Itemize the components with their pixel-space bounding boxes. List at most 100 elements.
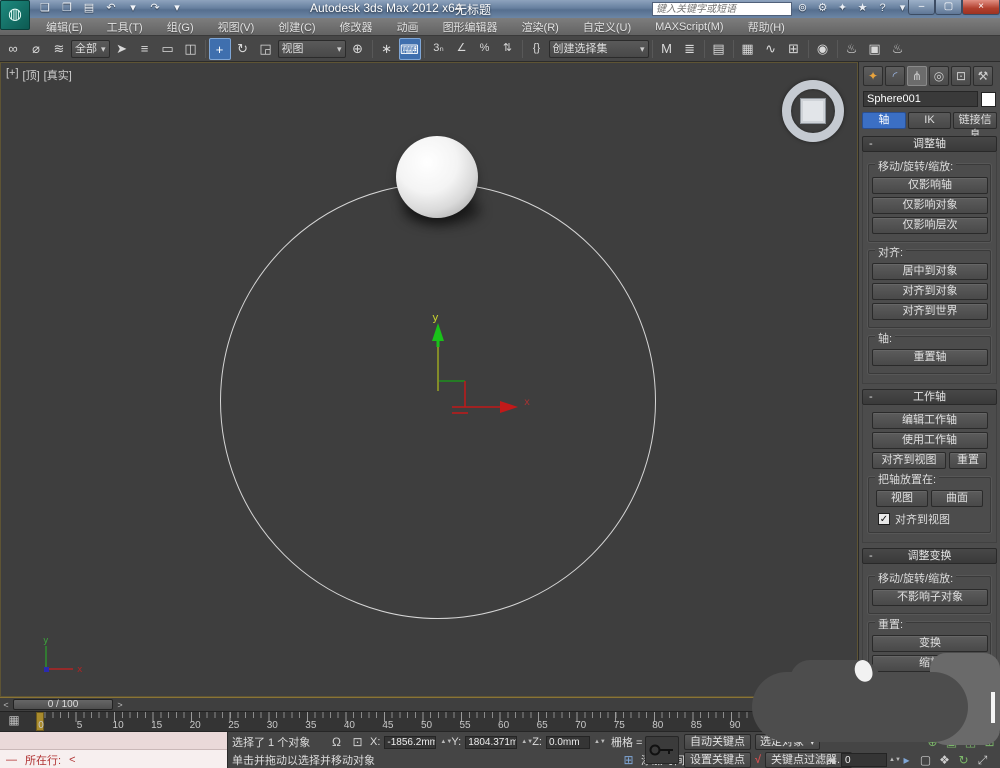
set-keys-button[interactable]	[645, 736, 679, 764]
reset-pivot-button[interactable]: 重置轴	[872, 349, 988, 366]
align-icon[interactable]: ≣	[679, 38, 701, 60]
subscription-icon[interactable]: ⚙	[815, 1, 830, 16]
viewport-menu-general[interactable]: [+]	[6, 67, 19, 83]
trackbar-next-icon[interactable]: >	[114, 700, 126, 710]
use-working-pivot-button[interactable]: 使用工作轴	[872, 432, 988, 449]
select-object-icon[interactable]: ➤	[111, 38, 133, 60]
render-production-icon[interactable]: ♨	[887, 38, 909, 60]
tab-create-icon[interactable]: ✦	[863, 66, 883, 86]
menu-item-6[interactable]: 动画	[385, 19, 431, 35]
align-to-world-button[interactable]: 对齐到世界	[872, 303, 988, 320]
object-name-field[interactable]: Sphere001	[863, 91, 978, 107]
minimize-button[interactable]: –	[908, 0, 935, 15]
listener-input-row[interactable]	[0, 732, 227, 750]
viewport-top[interactable]: [+] [顶] [真实] y x y	[0, 62, 858, 697]
select-and-rotate-icon[interactable]: ↻	[232, 38, 254, 60]
current-frame-field[interactable]: 0	[841, 753, 887, 767]
infocenter-search-input[interactable]	[652, 2, 792, 16]
edit-named-selection-sets-icon[interactable]: {}	[526, 38, 548, 60]
rectangular-selection-icon[interactable]: ▭	[157, 38, 179, 60]
set-key-button[interactable]: 设置关键点	[684, 752, 751, 768]
spinner-snap-icon[interactable]: ⇅	[497, 38, 519, 60]
curve-editor-icon[interactable]: ∿	[760, 38, 782, 60]
angle-snap-icon[interactable]: ∠	[451, 38, 473, 60]
menu-item-2[interactable]: 组(G)	[155, 19, 206, 35]
bind-to-spacewarp-icon[interactable]: ≋	[48, 38, 70, 60]
y-coordinate-field[interactable]: 1804.371mm	[465, 736, 517, 749]
redo-icon[interactable]: ↷	[146, 1, 164, 16]
menu-item-7[interactable]: 图形编辑器	[431, 19, 510, 35]
transform-gizmo[interactable]: y x	[420, 307, 540, 427]
redo-dropdown-icon[interactable]: ▾	[168, 1, 186, 16]
select-and-manipulate-icon[interactable]: ∗	[376, 38, 398, 60]
subtab-pivot[interactable]: 轴	[862, 112, 906, 129]
communication-center-icon[interactable]: ✦	[835, 1, 850, 16]
menu-item-0[interactable]: 编辑(E)	[34, 19, 95, 35]
dont-affect-children-button[interactable]: 不影响子对象	[872, 589, 988, 606]
menu-item-1[interactable]: 工具(T)	[95, 19, 155, 35]
undo-icon[interactable]: ↶	[102, 1, 120, 16]
viewport-menu-view[interactable]: [顶]	[23, 67, 40, 83]
listener-arrow[interactable]: <	[69, 754, 75, 766]
orbit-icon[interactable]: ↻	[955, 752, 972, 768]
schematic-view-icon[interactable]: ⊞	[783, 38, 805, 60]
use-pivot-center-icon[interactable]: ⊕	[347, 38, 369, 60]
trackbar-prev-icon[interactable]: <	[0, 700, 12, 710]
align-to-view-button[interactable]: 对齐到视图	[872, 452, 946, 469]
menu-item-3[interactable]: 视图(V)	[206, 19, 267, 35]
render-setup-icon[interactable]: ♨	[841, 38, 863, 60]
region-zoom-icon[interactable]: ▢	[917, 752, 934, 768]
rollout-adjust-transform-header[interactable]: - 调整变换	[862, 548, 997, 564]
select-and-link-icon[interactable]: ∞	[2, 38, 24, 60]
viewcube-face[interactable]	[800, 98, 826, 124]
y-spinner[interactable]: ▲▼	[521, 739, 528, 745]
close-button[interactable]: ×	[962, 0, 1000, 15]
select-by-name-icon[interactable]: ≡	[134, 38, 156, 60]
reference-coordinate-dropdown[interactable]: 视图 ▾	[278, 40, 346, 58]
align-to-object-button[interactable]: 对齐到对象	[872, 283, 988, 300]
timeline-menu-icon[interactable]: ▦	[3, 711, 25, 730]
subtab-ik[interactable]: IK	[908, 112, 952, 129]
previous-frame-icon[interactable]: |◀	[822, 752, 839, 768]
menu-item-5[interactable]: 修改器	[328, 19, 385, 35]
undo-dropdown-icon[interactable]: ▾	[124, 1, 142, 16]
layer-manager-icon[interactable]: ▤	[708, 38, 730, 60]
pan-hand-icon[interactable]: ❖	[936, 752, 953, 768]
percent-snap-icon[interactable]: %	[474, 38, 496, 60]
material-editor-icon[interactable]: ◉	[812, 38, 834, 60]
maxscript-mini-listener[interactable]: — 所在行: <	[0, 732, 228, 768]
key-filter-check-icon[interactable]: √	[755, 754, 761, 766]
save-file-icon[interactable]: ▤	[80, 1, 98, 16]
time-slider[interactable]: 0 / 100	[13, 699, 113, 710]
absolute-offset-icon[interactable]: ⊡	[349, 734, 366, 750]
object-color-swatch[interactable]	[981, 92, 996, 107]
tab-display-icon[interactable]: ⊡	[951, 66, 971, 86]
x-spinner[interactable]: ▲▼	[440, 739, 447, 745]
new-file-icon[interactable]: ❏	[36, 1, 54, 16]
key-mode-toggle-icon[interactable]: ▸	[898, 752, 915, 768]
tab-utilities-icon[interactable]: ⚒	[973, 66, 993, 86]
place-pivot-surface-button[interactable]: 曲面	[931, 490, 983, 507]
z-spinner[interactable]: ▲▼	[594, 739, 601, 745]
rendered-frame-window-icon[interactable]: ▣	[864, 38, 886, 60]
time-tag-icon[interactable]: ⊞	[620, 752, 637, 768]
named-selection-sets-dropdown[interactable]: 创建选择集 ▾	[549, 40, 649, 58]
unlink-selection-icon[interactable]: ⌀	[25, 38, 47, 60]
reset-button[interactable]: 重置	[949, 452, 987, 469]
search-icon[interactable]: ⊚	[795, 1, 810, 16]
menu-item-8[interactable]: 渲染(R)	[510, 19, 571, 35]
subtab-link-info[interactable]: 链接信息	[953, 112, 997, 129]
selection-filter-dropdown[interactable]: 全部 ▾	[71, 40, 110, 58]
reset-transform-button[interactable]: 变换	[872, 635, 988, 652]
menu-item-11[interactable]: 帮助(H)	[736, 19, 797, 35]
z-coordinate-field[interactable]: 0.0mm	[546, 736, 590, 749]
selection-lock-icon[interactable]: Ω	[328, 734, 345, 750]
rollout-working-pivot-header[interactable]: - 工作轴	[862, 389, 997, 405]
affect-pivot-only-button[interactable]: 仅影响轴	[872, 177, 988, 194]
menu-item-9[interactable]: 自定义(U)	[571, 19, 643, 35]
center-to-object-button[interactable]: 居中到对象	[872, 263, 988, 280]
favorites-icon[interactable]: ★	[855, 1, 870, 16]
help-icon[interactable]: ?	[875, 1, 890, 16]
snap-toggle-3d-icon[interactable]: 3ₙ	[428, 38, 450, 60]
tab-motion-icon[interactable]: ◎	[929, 66, 949, 86]
